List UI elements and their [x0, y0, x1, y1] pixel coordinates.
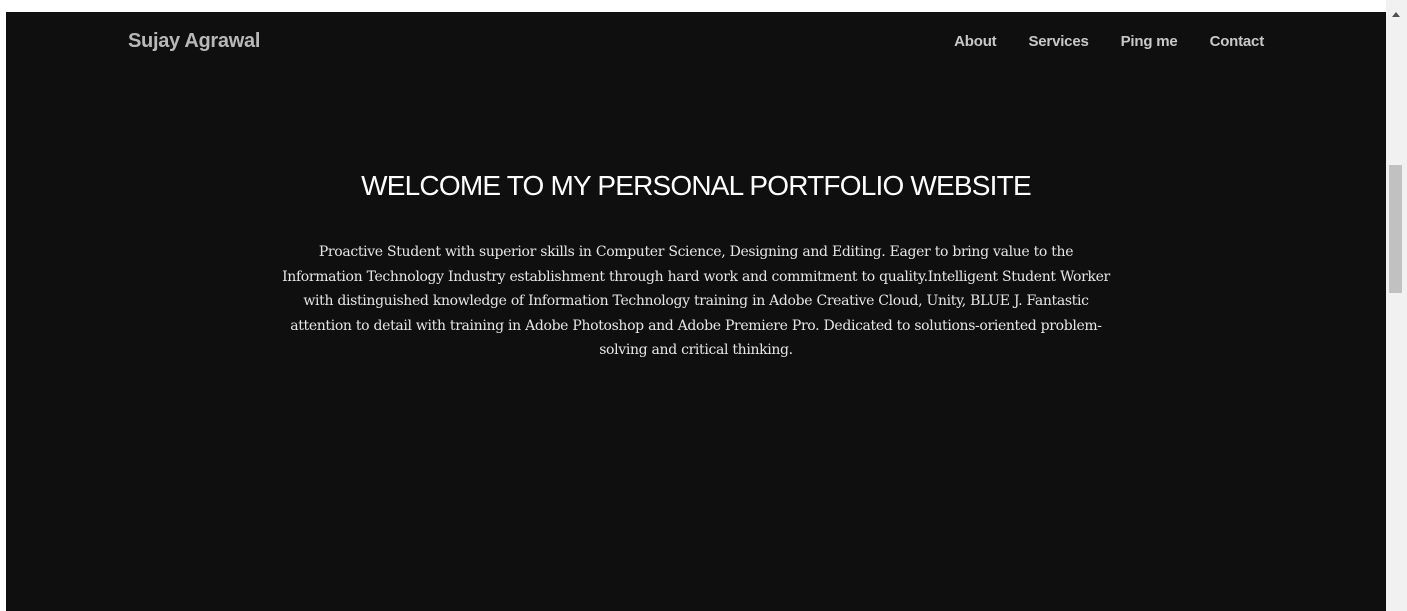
- nav-link-ping-me[interactable]: Ping me: [1121, 33, 1178, 50]
- brand-logo-link[interactable]: Sujay Agrawal: [128, 30, 260, 53]
- scrollbar-thumb[interactable]: [1389, 165, 1402, 293]
- hero-title: WELCOME TO MY PERSONAL PORTFOLIO WEBSITE: [361, 170, 1032, 201]
- vertical-scrollbar[interactable]: [1386, 0, 1407, 611]
- nav-link-about[interactable]: About: [954, 33, 997, 50]
- nav-link-contact[interactable]: Contact: [1210, 33, 1265, 50]
- hero-description: Proactive Student with superior skills i…: [282, 244, 1110, 359]
- nav-link-services[interactable]: Services: [1028, 33, 1088, 50]
- nav-links: About Services Ping me Contact: [954, 33, 1264, 50]
- navbar: Sujay Agrawal About Services Ping me Con…: [6, 12, 1386, 74]
- hero-section: WELCOME TO MY PERSONAL PORTFOLIO WEBSITE…: [6, 170, 1386, 363]
- chevron-up-icon[interactable]: [1392, 12, 1400, 17]
- page-viewport: Sujay Agrawal About Services Ping me Con…: [6, 12, 1386, 611]
